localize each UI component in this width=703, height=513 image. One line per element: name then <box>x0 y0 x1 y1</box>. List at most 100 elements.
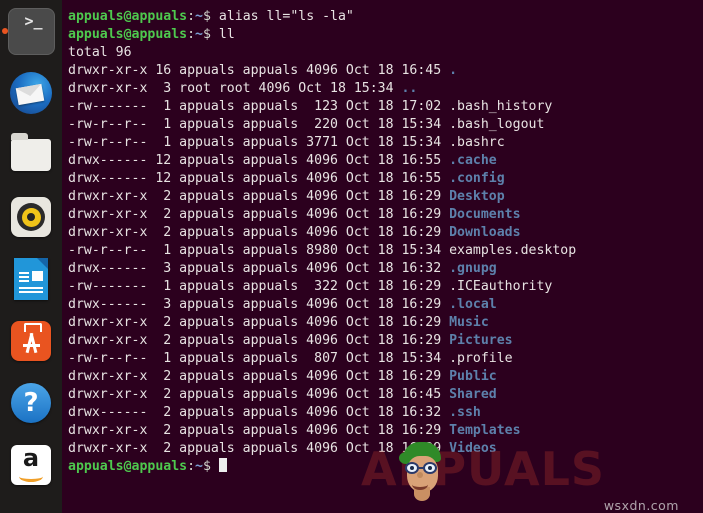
directory-name: .cache <box>449 153 497 168</box>
command-text: ll <box>218 27 235 42</box>
file-listing-meta: drwxr-xr-x 2 appuals appuals 4096 Oct 18… <box>68 423 450 438</box>
file-listing-row: drwx------ 12 appuals appuals 4096 Oct 1… <box>68 152 703 170</box>
prompt-dollar: $ <box>203 27 219 42</box>
file-listing-row: -rw-r--r-- 1 appuals appuals 8980 Oct 18… <box>68 242 703 260</box>
file-listing-meta: drwxr-xr-x 16 appuals appuals 4096 Oct 1… <box>68 63 450 78</box>
file-listing-row: drwxr-xr-x 2 appuals appuals 4096 Oct 18… <box>68 386 703 404</box>
file-listing-meta: drwxr-xr-x 2 appuals appuals 4096 Oct 18… <box>68 387 450 402</box>
doc-image-block <box>32 271 43 281</box>
terminal-prompt-glyph: >_ <box>24 11 43 30</box>
prompt-colon: : <box>187 27 196 42</box>
desktop-screen: >_ ? a appuals@appuals:~$ alias ll="ls -… <box>0 0 703 513</box>
dock-item-thunderbird[interactable] <box>0 62 62 124</box>
rhythmbox-icon <box>9 195 54 240</box>
libreoffice-writer-icon <box>9 257 54 302</box>
directory-name: Documents <box>449 207 521 222</box>
speaker-center-dot <box>27 213 35 221</box>
file-name: .profile <box>449 351 513 366</box>
file-name: .bash_history <box>449 99 553 114</box>
prompt-colon: : <box>187 459 196 474</box>
help-circle: ? <box>11 383 51 423</box>
file-listing-row: drwxr-xr-x 2 appuals appuals 4096 Oct 18… <box>68 422 703 440</box>
directory-name: .config <box>449 171 505 186</box>
dock-item-files[interactable] <box>0 124 62 186</box>
terminal-command-line: appuals@appuals:~$ ll <box>68 26 703 44</box>
directory-name: Desktop <box>449 189 505 204</box>
folder-shape <box>11 133 51 171</box>
prompt-path: ~ <box>195 27 203 42</box>
file-name: .ICEauthority <box>449 279 553 294</box>
prompt-colon: : <box>187 9 196 24</box>
directory-name: Public <box>449 369 497 384</box>
bag-handle <box>24 323 42 332</box>
dock-item-rhythmbox[interactable] <box>0 186 62 248</box>
file-listing-meta: -rw-r--r-- 1 appuals appuals 220 Oct 18 … <box>68 117 450 132</box>
terminal-cursor <box>218 458 227 472</box>
terminal-active-prompt-line: appuals@appuals:~$ <box>68 458 703 476</box>
terminal-icon: >_ <box>7 7 55 55</box>
file-listing-row: drwxr-xr-x 2 appuals appuals 4096 Oct 18… <box>68 206 703 224</box>
dock-item-libreoffice-writer[interactable] <box>0 248 62 310</box>
file-listing-row: -rw-r--r-- 1 appuals appuals 220 Oct 18 … <box>68 116 703 134</box>
file-listing-row: drwxr-xr-x 2 appuals appuals 4096 Oct 18… <box>68 440 703 458</box>
prompt-user-host: appuals@appuals <box>68 459 188 474</box>
file-listing-row: drwx------ 12 appuals appuals 4096 Oct 1… <box>68 170 703 188</box>
dock-item-amazon[interactable]: a <box>0 434 62 496</box>
directory-name: Pictures <box>449 333 513 348</box>
dock-item-help[interactable]: ? <box>0 372 62 434</box>
amazon-icon: a <box>9 443 54 488</box>
file-listing-meta: drwxr-xr-x 2 appuals appuals 4096 Oct 18… <box>68 207 450 222</box>
prompt-path: ~ <box>195 9 203 24</box>
ubuntu-software-icon <box>9 319 54 364</box>
doc-line <box>19 272 29 274</box>
speaker-cone <box>17 203 45 231</box>
file-listing-meta: drwxr-xr-x 2 appuals appuals 4096 Oct 18… <box>68 189 450 204</box>
envelope-shape <box>15 83 45 106</box>
file-listing-row: drwx------ 3 appuals appuals 4096 Oct 18… <box>68 296 703 314</box>
file-listing-meta: -rw-r--r-- 1 appuals appuals 8980 Oct 18… <box>68 243 450 258</box>
file-name: examples.desktop <box>449 243 577 258</box>
doc-line <box>19 276 29 278</box>
file-listing-meta: drwx------ 3 appuals appuals 4096 Oct 18… <box>68 261 450 276</box>
prompt-dollar: $ <box>203 9 219 24</box>
file-listing-row: drwxr-xr-x 2 appuals appuals 4096 Oct 18… <box>68 314 703 332</box>
directory-name: Music <box>449 315 489 330</box>
software-bag-shape <box>11 321 51 361</box>
file-name: .bash_logout <box>449 117 545 132</box>
file-listing-row: -rw-r--r-- 1 appuals appuals 3771 Oct 18… <box>68 134 703 152</box>
file-name: .bashrc <box>449 135 505 150</box>
file-listing-meta: -rw-r--r-- 1 appuals appuals 807 Oct 18 … <box>68 351 450 366</box>
directory-name: Shared <box>449 387 497 402</box>
file-listing-row: drwxr-xr-x 2 appuals appuals 4096 Oct 18… <box>68 332 703 350</box>
terminal-window[interactable]: appuals@appuals:~$ alias ll="ls -la" appu… <box>62 0 703 513</box>
doc-line <box>19 287 43 289</box>
amazon-smile-arrow <box>19 471 43 482</box>
ubuntu-dock: >_ ? a <box>0 0 62 513</box>
letter-a-bar <box>23 344 40 347</box>
amazon-tile: a <box>11 445 51 485</box>
directory-name: .local <box>449 297 497 312</box>
files-folder-icon <box>9 133 54 178</box>
file-listing-meta: drwx------ 12 appuals appuals 4096 Oct 1… <box>68 171 450 186</box>
file-listing-meta: drwxr-xr-x 2 appuals appuals 4096 Oct 18… <box>68 369 450 384</box>
thunderbird-bird-shape <box>10 72 52 114</box>
speaker-inner-ring <box>21 207 41 227</box>
dock-item-terminal[interactable]: >_ <box>0 0 62 62</box>
file-listing-row: -rw------- 1 appuals appuals 123 Oct 18 … <box>68 98 703 116</box>
file-listing-meta: drwx------ 12 appuals appuals 4096 Oct 1… <box>68 153 450 168</box>
file-listing-meta: drwxr-xr-x 3 root root 4096 Oct 18 15:34 <box>68 81 402 96</box>
directory-name: . <box>449 63 458 78</box>
directory-name: .. <box>401 81 418 96</box>
help-question-icon: ? <box>9 381 54 426</box>
prompt-path: ~ <box>195 459 203 474</box>
file-listing-row: drwxr-xr-x 2 appuals appuals 4096 Oct 18… <box>68 188 703 206</box>
dock-item-ubuntu-software[interactable] <box>0 310 62 372</box>
file-listing-meta: drwx------ 3 appuals appuals 4096 Oct 18… <box>68 297 450 312</box>
prompt-user-host: appuals@appuals <box>68 9 188 24</box>
directory-name: Videos <box>449 441 497 456</box>
prompt-user-host: appuals@appuals <box>68 27 188 42</box>
file-listing-row: drwx------ 3 appuals appuals 4096 Oct 18… <box>68 260 703 278</box>
file-listing-meta: -rw------- 1 appuals appuals 123 Oct 18 … <box>68 99 450 114</box>
terminal-command-line: appuals@appuals:~$ alias ll="ls -la" <box>68 8 703 26</box>
file-listing-meta: drwxr-xr-x 2 appuals appuals 4096 Oct 18… <box>68 315 450 330</box>
